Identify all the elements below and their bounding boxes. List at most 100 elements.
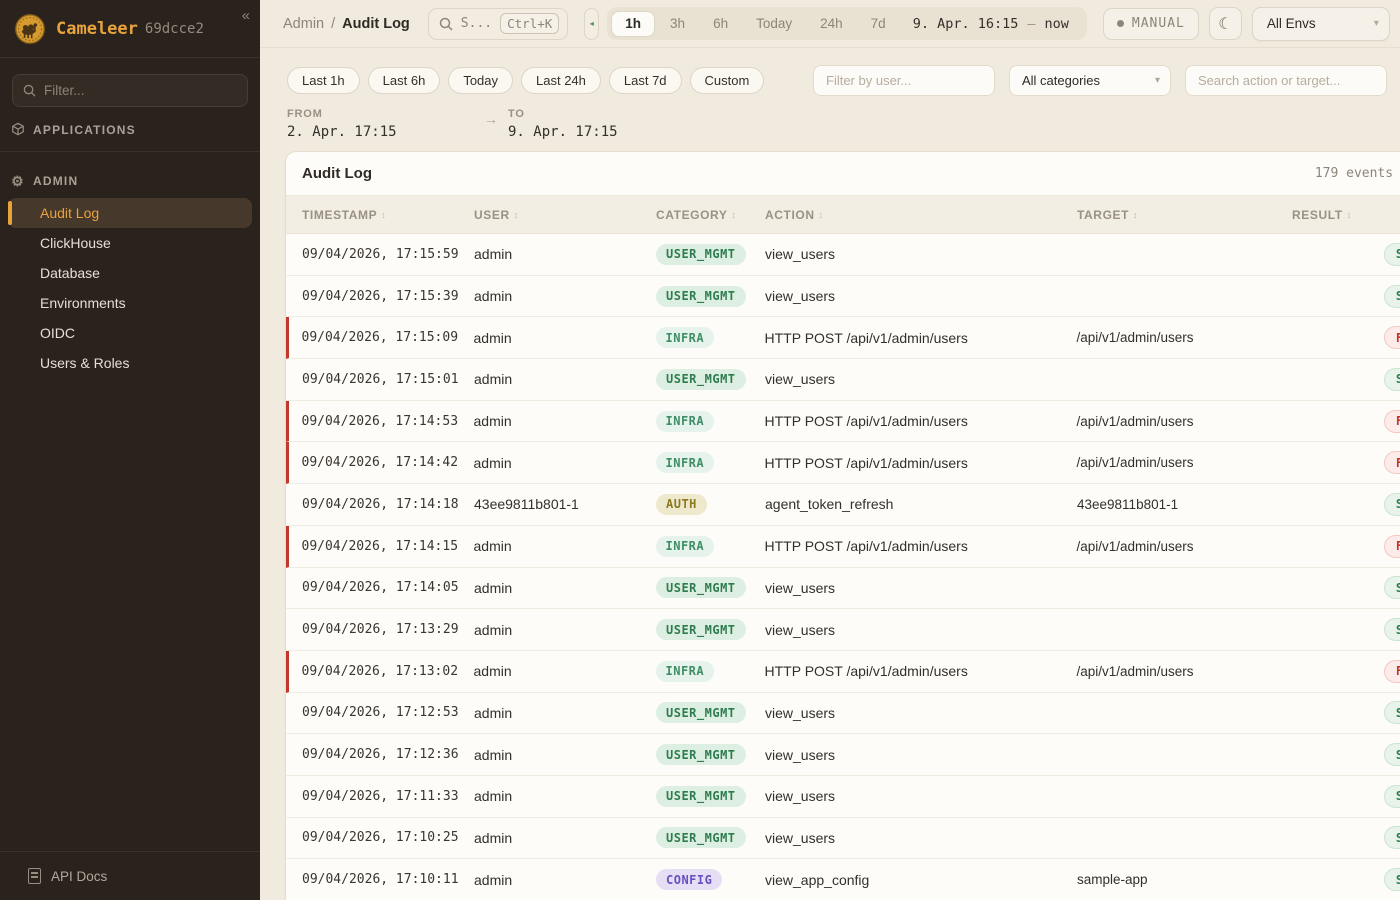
table-row[interactable]: 09/04/2026, 17:13:02 admin INFRA HTTP PO… (286, 651, 1400, 693)
column-header-category[interactable]: CATEGORY ↕ (656, 208, 765, 222)
cell-action: view_app_config (765, 872, 1077, 888)
sidebar-collapse-icon[interactable]: « (242, 8, 250, 23)
sidebar-divider (0, 151, 260, 152)
cell-user: admin (474, 830, 656, 846)
category-badge: USER_MGMT (656, 286, 746, 307)
dark-mode-toggle-button[interactable]: ☾ (1209, 7, 1242, 40)
range-from: 9. Apr. 16:15 (913, 16, 1019, 32)
table-header-row: TIMESTAMP ↕USER ↕CATEGORY ↕ACTION ↕TARGE… (286, 196, 1400, 234)
environment-select[interactable]: All Envs ▾ (1252, 7, 1390, 41)
time-range-1h[interactable]: 1h (611, 11, 655, 37)
cell-timestamp: 09/04/2026, 17:15:59 (302, 247, 474, 262)
table-row[interactable]: 09/04/2026, 17:13:29 admin USER_MGMT vie… (286, 609, 1400, 651)
time-range-display[interactable]: 9. Apr. 16:15 — now (901, 16, 1083, 32)
category-badge: INFRA (656, 327, 715, 348)
cube-icon (10, 122, 26, 139)
category-select[interactable]: All categories ▾ (1009, 65, 1171, 96)
breadcrumb-current: Audit Log (342, 16, 410, 32)
column-header-user[interactable]: USER ↕ (474, 208, 656, 222)
cell-timestamp: 09/04/2026, 17:12:36 (302, 747, 474, 762)
sidebar-filter-placeholder: Filter... (44, 83, 85, 98)
time-range-3h[interactable]: 3h (657, 11, 698, 37)
category-badge: USER_MGMT (656, 702, 746, 723)
table-row[interactable]: 09/04/2026, 17:14:05 admin USER_MGMT vie… (286, 568, 1400, 610)
sidebar-item-oidc[interactable]: OIDC (8, 318, 252, 348)
chevron-down-icon: ▾ (1155, 75, 1160, 86)
table-row[interactable]: 09/04/2026, 17:14:18 43ee9811b801-1 AUTH… (286, 484, 1400, 526)
column-header-action[interactable]: ACTION ↕ (765, 208, 1077, 222)
table-row[interactable]: 09/04/2026, 17:10:11 admin CONFIG view_a… (286, 859, 1400, 900)
sidebar-filter-input[interactable]: Filter... (12, 74, 248, 107)
filter-inputs: Filter by user... All categories ▾ Searc… (813, 65, 1387, 96)
sidebar: Cameleer 69dcce2 « Filter... APPLICATION… (0, 0, 260, 900)
action-target-search-input[interactable]: Search action or target... (1185, 65, 1387, 96)
table-row[interactable]: 09/04/2026, 17:15:01 admin USER_MGMT vie… (286, 359, 1400, 401)
time-range-today[interactable]: Today (743, 11, 805, 37)
category-badge: USER_MGMT (656, 577, 746, 598)
cell-action: view_users (765, 830, 1077, 846)
sidebar-section-admin[interactable]: ⚙ ADMIN (0, 166, 260, 196)
table-row[interactable]: 09/04/2026, 17:14:53 admin INFRA HTTP PO… (286, 401, 1400, 443)
range-to: now (1045, 16, 1069, 32)
sidebar-item-users-roles[interactable]: Users & Roles (8, 348, 252, 378)
result-badge: FAILURE (1384, 535, 1400, 558)
table-row[interactable]: 09/04/2026, 17:15:39 admin USER_MGMT vie… (286, 276, 1400, 318)
cell-user: admin (474, 246, 656, 262)
column-header-target[interactable]: TARGET ↕ (1077, 208, 1292, 222)
chip-custom[interactable]: Custom (690, 67, 765, 94)
sidebar-item-clickhouse[interactable]: ClickHouse (8, 228, 252, 258)
table-row[interactable]: 09/04/2026, 17:10:25 admin USER_MGMT vie… (286, 818, 1400, 860)
manual-mode-button[interactable]: MANUAL (1103, 8, 1199, 40)
breadcrumb-parent[interactable]: Admin (283, 16, 324, 32)
table-row[interactable]: 09/04/2026, 17:14:15 admin INFRA HTTP PO… (286, 526, 1400, 568)
quick-range-chips: Last 1h Last 6h Today Last 24h Last 7d Custom (287, 67, 764, 94)
chip-last-7d[interactable]: Last 7d (609, 67, 682, 94)
action-target-search-placeholder: Search action or target... (1198, 73, 1340, 88)
cell-user: admin (474, 330, 656, 346)
user-filter-input[interactable]: Filter by user... (813, 65, 995, 96)
from-block[interactable]: FROM 2. Apr. 17:15 (287, 108, 484, 140)
sidebar-item-environments[interactable]: Environments (8, 288, 252, 318)
sidebar-section-applications[interactable]: APPLICATIONS (0, 115, 260, 145)
sort-icon: ↕ (1133, 210, 1138, 220)
result-badge: FAILURE (1384, 660, 1400, 683)
chip-today[interactable]: Today (448, 67, 513, 94)
sidebar-item-api-docs[interactable]: API Docs (0, 851, 260, 900)
cell-user: admin (474, 413, 656, 429)
chip-last-6h[interactable]: Last 6h (368, 67, 441, 94)
sidebar-item-audit-log[interactable]: Audit Log (8, 198, 252, 228)
admin-nav-list: Audit LogClickHouseDatabaseEnvironmentsO… (0, 196, 260, 378)
global-search-button[interactable]: S... Ctrl+K (428, 8, 568, 40)
chip-last-1h[interactable]: Last 1h (287, 67, 360, 94)
chip-last-24h[interactable]: Last 24h (521, 67, 601, 94)
table-row[interactable]: 09/04/2026, 17:12:36 admin USER_MGMT vie… (286, 734, 1400, 776)
category-badge: USER_MGMT (656, 619, 746, 640)
time-range-7d[interactable]: 7d (858, 11, 899, 37)
result-badge: SUCCESS (1384, 701, 1400, 724)
topbar: Admin / Audit Log S... Ctrl+K ◂ 1h3h6hTo… (260, 0, 1400, 48)
to-block[interactable]: TO 9. Apr. 17:15 (508, 108, 618, 140)
time-range-6h[interactable]: 6h (700, 11, 741, 37)
result-badge: SUCCESS (1384, 868, 1400, 891)
table-row[interactable]: 09/04/2026, 17:14:42 admin INFRA HTTP PO… (286, 442, 1400, 484)
time-range-24h[interactable]: 24h (807, 11, 856, 37)
table-row[interactable]: 09/04/2026, 17:15:59 admin USER_MGMT vie… (286, 234, 1400, 276)
result-badge: SUCCESS (1384, 493, 1400, 516)
column-header-timestamp[interactable]: TIMESTAMP ↕ (302, 208, 474, 222)
table-row[interactable]: 09/04/2026, 17:11:33 admin USER_MGMT vie… (286, 776, 1400, 818)
category-badge: INFRA (656, 452, 715, 473)
sidebar-item-database[interactable]: Database (8, 258, 252, 288)
live-indicator-button[interactable]: ◂ (584, 8, 599, 40)
time-range-segmented-control: 1h3h6hToday24h7d 9. Apr. 16:15 — now (607, 7, 1087, 40)
category-badge: USER_MGMT (656, 827, 746, 848)
cell-target: /api/v1/admin/users (1077, 664, 1292, 679)
table-row[interactable]: 09/04/2026, 17:15:09 admin INFRA HTTP PO… (286, 317, 1400, 359)
table-row[interactable]: 09/04/2026, 17:12:53 admin USER_MGMT vie… (286, 693, 1400, 735)
from-label: FROM (287, 108, 484, 120)
cell-action: HTTP POST /api/v1/admin/users (765, 330, 1077, 346)
category-badge: USER_MGMT (656, 369, 746, 390)
filter-area: Last 1h Last 6h Today Last 24h Last 7d Custom… (260, 48, 1400, 140)
column-header-result[interactable]: RESULT ↕ (1292, 208, 1352, 222)
cell-timestamp: 09/04/2026, 17:11:33 (302, 789, 474, 804)
cell-timestamp: 09/04/2026, 17:14:18 (302, 497, 474, 512)
